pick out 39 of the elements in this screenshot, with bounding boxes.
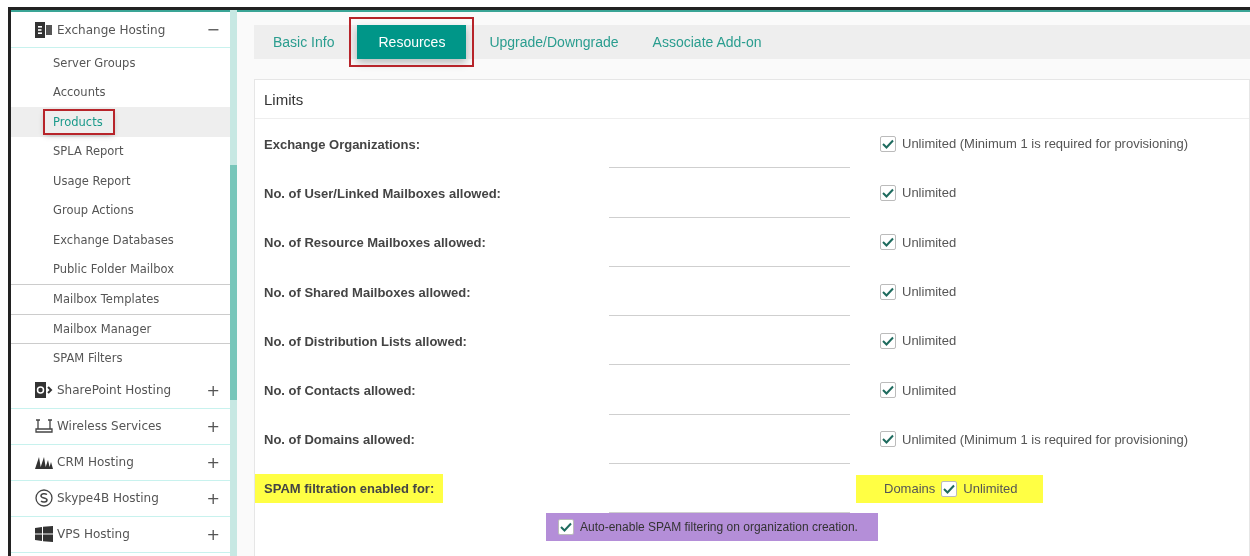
- option-label: Domains: [884, 481, 936, 497]
- option-label: Unlimited: [902, 185, 957, 201]
- field-label: Exchange Organizations:: [263, 136, 422, 152]
- option-label: Unlimited (Minimum 1 is required for provisioning): [902, 431, 1189, 447]
- sidebar-item[interactable]: Accounts: [11, 77, 230, 107]
- expand-icon[interactable]: +: [206, 380, 220, 400]
- option-label: Unlimited: [902, 382, 957, 398]
- expand-icon[interactable]: +: [206, 488, 220, 508]
- field-label: SPAM filtration enabled for:: [255, 474, 444, 504]
- sidebar-category[interactable]: VPS Hosting +: [11, 516, 230, 553]
- field-label: No. of User/Linked Mailboxes allowed:: [263, 185, 502, 201]
- field-label: No. of Resource Mailboxes allowed:: [263, 235, 487, 251]
- option-label: Unlimited: [902, 234, 957, 250]
- sidebar-category[interactable]: Wireless Services +: [11, 408, 230, 445]
- sidebar-item[interactable]: Exchange Databases: [11, 225, 230, 255]
- expand-icon[interactable]: +: [206, 524, 220, 544]
- expand-icon[interactable]: +: [206, 452, 220, 472]
- collapse-icon[interactable]: −: [206, 20, 220, 39]
- field-label: No. of Shared Mailboxes allowed:: [263, 284, 472, 300]
- sidebar-category[interactable]: SharePoint Hosting +: [11, 372, 230, 409]
- option-label: Unlimited: [963, 481, 1018, 497]
- sidebar-category[interactable]: Exchange Hosting −: [11, 12, 230, 48]
- option-label: Unlimited: [902, 284, 957, 300]
- expand-icon[interactable]: +: [206, 416, 220, 436]
- sidebar-item[interactable]: Public Folder Mailbox: [11, 254, 230, 284]
- field-label: No. of Domains allowed:: [263, 432, 416, 448]
- sidebar-category[interactable]: Skype4B Hosting +: [11, 480, 230, 517]
- checkbox-label: Auto-enable SPAM filtering on organization creation.: [580, 520, 858, 535]
- sidebar-item[interactable]: Usage Report: [11, 166, 230, 196]
- sidebar-item[interactable]: Group Actions: [11, 195, 230, 225]
- option-label: Unlimited (Minimum 1 is required for provisioning): [902, 136, 1189, 152]
- tab[interactable]: Resources: [357, 25, 467, 59]
- sidebar-item[interactable]: Server Groups: [11, 48, 230, 78]
- panel-title: Limits: [255, 80, 1249, 119]
- sidebar-category[interactable]: CRM Hosting +: [11, 444, 230, 481]
- sidebar-item[interactable]: SPLA Report: [11, 136, 230, 166]
- field-label: No. of Contacts allowed:: [263, 383, 417, 399]
- field-label: No. of Distribution Lists allowed:: [263, 333, 468, 349]
- option-label: Unlimited: [902, 333, 957, 349]
